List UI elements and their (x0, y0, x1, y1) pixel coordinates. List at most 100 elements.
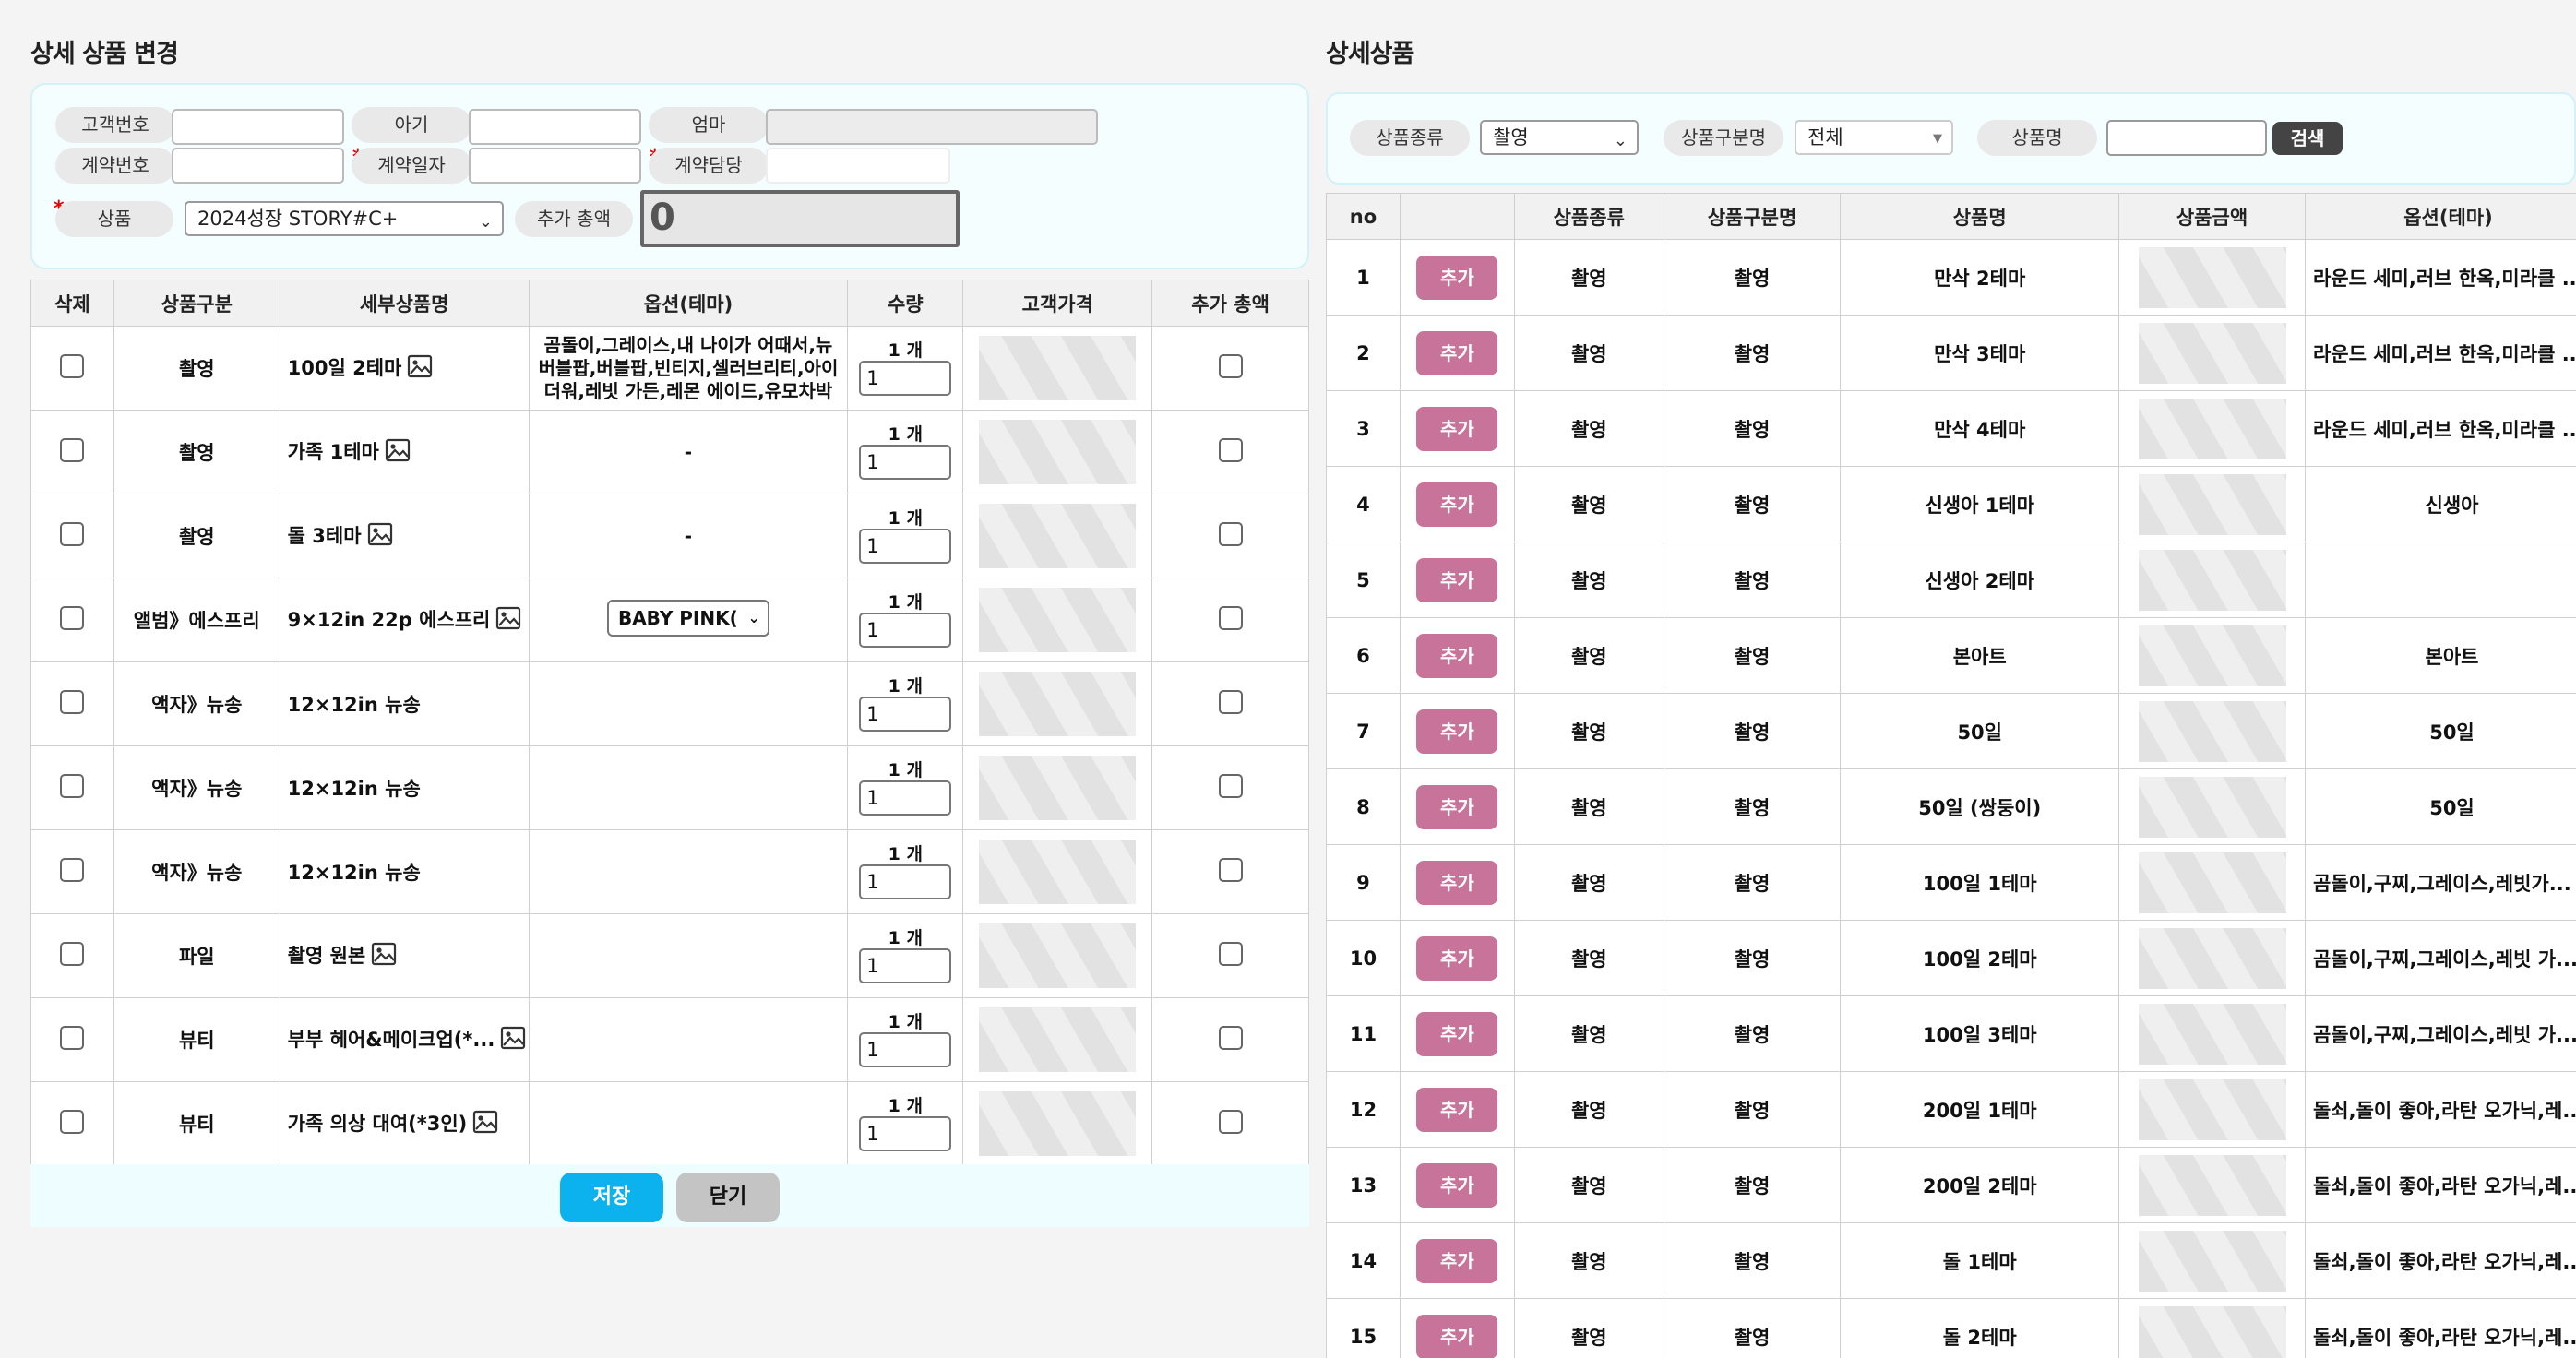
sub-product-name: 부부 헤어&메이크업(*... (287, 1028, 495, 1051)
image-icon[interactable] (367, 522, 393, 551)
save-button[interactable]: 저장 (560, 1173, 663, 1222)
delete-checkbox[interactable] (60, 437, 85, 462)
add-button[interactable]: 추가 (1416, 633, 1498, 678)
product-type-select[interactable]: 촬영 ⌄ (1480, 120, 1639, 155)
add-button[interactable]: 추가 (1416, 1011, 1498, 1056)
image-icon[interactable] (371, 942, 397, 971)
col-product-group: 상품구분명 (1663, 193, 1842, 240)
quantity-label: 1 개 (888, 760, 923, 780)
extra-total-checkbox[interactable] (1218, 521, 1243, 546)
extra-total-checkbox[interactable] (1218, 353, 1243, 378)
add-button[interactable]: 추가 (1416, 1314, 1498, 1358)
product-price-cell (2118, 315, 2306, 391)
extra-total-checkbox[interactable] (1218, 605, 1243, 630)
add-button[interactable]: 추가 (1416, 709, 1498, 754)
option-select[interactable]: BABY PINK(⌄ (606, 599, 769, 637)
product-price-cell (2118, 995, 2306, 1072)
redacted-price (2138, 927, 2286, 989)
add-button[interactable]: 추가 (1416, 557, 1498, 602)
quantity-input[interactable]: 1 (859, 1116, 952, 1151)
baby-field[interactable] (469, 109, 641, 145)
add-button[interactable]: 추가 (1416, 860, 1498, 905)
delete-checkbox[interactable] (60, 1025, 85, 1050)
add-button[interactable]: 추가 (1416, 935, 1498, 981)
mom-field[interactable] (766, 109, 1098, 145)
table-row: 12 추가 촬영 촬영 200일 1테마 돌쇠,돌이 좋아,라탄 오가닉,레... (1326, 1071, 2576, 1148)
quantity-input[interactable]: 1 (859, 445, 952, 480)
product-name-cell: 만삭 2테마 (1840, 239, 2120, 316)
action-cell: 추가 (1399, 466, 1515, 542)
delete-checkbox[interactable] (60, 1109, 85, 1134)
quantity-input[interactable]: 1 (859, 1032, 952, 1067)
action-cell: 추가 (1399, 390, 1515, 467)
caret-down-icon: ▼ (1933, 132, 1942, 146)
contract-manager-field[interactable] (766, 148, 950, 184)
delete-cell (30, 745, 114, 830)
extra-total-checkbox[interactable] (1218, 941, 1243, 966)
add-button[interactable]: 추가 (1416, 482, 1498, 527)
quantity-input[interactable]: 1 (859, 361, 952, 396)
table-row: 액자》뉴송 12×12in 뉴송 1 개1 (30, 745, 1309, 830)
customer-no-field[interactable] (172, 109, 344, 145)
col-category: 상품구분 (113, 280, 280, 327)
redacted-price (2138, 1154, 2286, 1216)
quantity-input[interactable]: 1 (859, 948, 952, 983)
contract-manager-label: 계약담당 (649, 148, 769, 184)
add-button[interactable]: 추가 (1416, 1238, 1498, 1283)
product-select[interactable]: 2024성장 STORY#C+ ⌄ (185, 201, 504, 236)
category-cell: 액자》뉴송 (113, 745, 280, 830)
image-icon[interactable] (495, 606, 521, 635)
image-icon[interactable] (472, 1110, 498, 1138)
product-price-cell (2118, 542, 2306, 618)
customer-price-cell (962, 410, 1153, 494)
product-price-cell (2118, 1071, 2306, 1148)
chevron-down-icon: ⌄ (1613, 131, 1628, 150)
add-button[interactable]: 추가 (1416, 406, 1498, 451)
option-cell (528, 829, 849, 914)
contract-date-label: 계약일자 (352, 148, 471, 184)
option-theme-cell: 50일 (2304, 693, 2576, 769)
product-name-cell: 신생아 2테마 (1840, 542, 2120, 618)
delete-checkbox[interactable] (60, 689, 85, 714)
image-icon[interactable] (407, 354, 433, 383)
table-row: 8 추가 촬영 촬영 50일 (쌍둥이) 50일 (1326, 768, 2576, 845)
delete-checkbox[interactable] (60, 857, 85, 882)
product-name-search-input[interactable] (2106, 120, 2267, 156)
image-icon[interactable] (500, 1026, 526, 1054)
contract-no-field[interactable] (172, 148, 344, 184)
quantity-label: 1 개 (888, 928, 923, 948)
add-button[interactable]: 추가 (1416, 1162, 1498, 1208)
action-cell: 추가 (1399, 542, 1515, 618)
quantity-input[interactable]: 1 (859, 613, 952, 648)
search-button[interactable]: 검색 (2272, 122, 2343, 155)
product-name-cell: 만삭 3테마 (1840, 315, 2120, 391)
contract-date-field[interactable] (469, 148, 641, 184)
delete-checkbox[interactable] (60, 941, 85, 966)
delete-checkbox[interactable] (60, 773, 85, 798)
quantity-label: 1 개 (888, 1012, 923, 1032)
delete-cell (30, 578, 114, 662)
quantity-input[interactable]: 1 (859, 529, 952, 564)
extra-total-checkbox[interactable] (1218, 857, 1243, 882)
extra-total-checkbox[interactable] (1218, 773, 1243, 798)
extra-total-checkbox[interactable] (1218, 1109, 1243, 1134)
add-button[interactable]: 추가 (1416, 255, 1498, 300)
delete-checkbox[interactable] (60, 353, 85, 378)
quantity-input[interactable]: 1 (859, 697, 952, 732)
table-row: 뷰티 부부 헤어&메이크업(*... 1 개1 (30, 997, 1309, 1082)
quantity-label: 1 개 (888, 424, 923, 445)
delete-checkbox[interactable] (60, 521, 85, 546)
product-group-select[interactable]: 전체 ▼ (1795, 120, 1953, 155)
right-panel-title: 상세상품 (1326, 40, 1414, 68)
image-icon[interactable] (385, 438, 411, 467)
quantity-input[interactable]: 1 (859, 864, 952, 899)
add-button[interactable]: 추가 (1416, 1087, 1498, 1132)
add-button[interactable]: 추가 (1416, 784, 1498, 829)
extra-total-checkbox[interactable] (1218, 689, 1243, 714)
close-button[interactable]: 닫기 (676, 1173, 780, 1222)
extra-total-checkbox[interactable] (1218, 437, 1243, 462)
quantity-input[interactable]: 1 (859, 780, 952, 816)
extra-total-checkbox[interactable] (1218, 1025, 1243, 1050)
add-button[interactable]: 추가 (1416, 330, 1498, 375)
delete-checkbox[interactable] (60, 605, 85, 630)
